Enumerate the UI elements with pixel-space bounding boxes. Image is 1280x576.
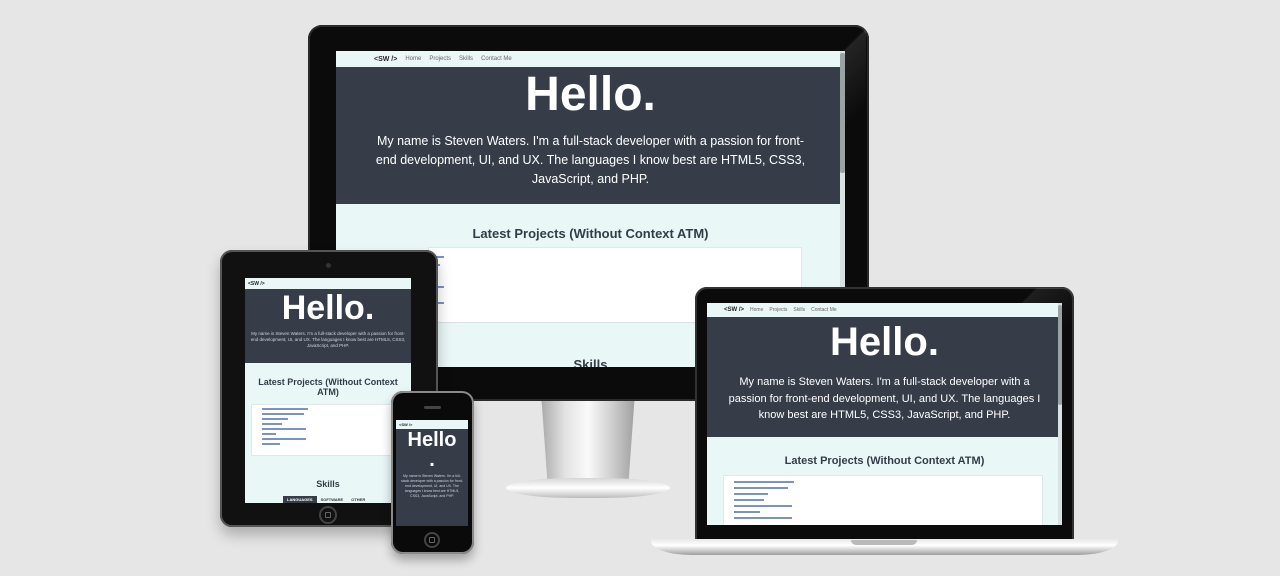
scrollbar-thumb[interactable] <box>1058 305 1062 405</box>
list-item[interactable] <box>734 481 794 483</box>
monitor-stand-base <box>506 478 670 498</box>
list-item[interactable] <box>734 511 760 513</box>
hero-title: Hello. <box>830 320 939 364</box>
list-item[interactable] <box>734 505 792 507</box>
list-item[interactable] <box>262 433 276 435</box>
projects-title: Latest Projects (Without Context ATM) <box>784 455 985 467</box>
laptop-opening-notch <box>851 540 917 545</box>
nav-contact[interactable]: Contact Me <box>481 56 512 62</box>
hero-section: Hello. My name is Steven Waters. I'm a f… <box>336 67 845 204</box>
nav-skills[interactable]: Skills <box>793 307 805 313</box>
hero-title: Hello. <box>525 68 656 121</box>
laptop-screen: <SW /> Home Projects Skills Contact Me H… <box>707 303 1062 525</box>
nav-projects[interactable]: Projects <box>429 56 451 62</box>
hero-intro: My name is Steven Waters. I'm a full-sta… <box>375 134 806 186</box>
hero-title: Hello <box>407 429 457 451</box>
tab-software[interactable]: SOFTWARE <box>317 496 348 503</box>
site-logo[interactable]: <SW /> <box>724 307 744 313</box>
hero-intro: My name is Steven Waters. I'm a full-sta… <box>401 474 463 498</box>
list-item[interactable] <box>262 443 280 445</box>
nav-skills[interactable]: Skills <box>459 56 473 62</box>
projects-title: Latest Projects (Without Context ATM) <box>258 377 398 397</box>
site-nav: <SW /> Home Projects Skills Contact Me <box>336 51 845 67</box>
hero-title: Hello. <box>281 289 375 327</box>
list-item[interactable] <box>262 438 306 440</box>
scrollbar[interactable] <box>1058 303 1062 525</box>
list-item[interactable] <box>262 428 306 430</box>
nav-home[interactable]: Home <box>750 307 763 313</box>
list-item[interactable] <box>734 487 788 489</box>
hero-intro: My name is Steven Waters. I'm a full-sta… <box>728 376 1041 421</box>
hero-title-period: . <box>429 449 435 471</box>
hero-section: Hello. My name is Steven Waters. I'm a f… <box>245 289 411 363</box>
site-logo[interactable]: <SW /> <box>248 281 265 287</box>
home-square-icon <box>325 512 331 518</box>
list-item[interactable] <box>262 418 288 420</box>
site-logo[interactable]: <SW /> <box>374 56 397 63</box>
skills-title: Skills <box>316 479 340 489</box>
site-logo[interactable]: <SW /> <box>399 422 412 427</box>
projects-list <box>723 475 1043 525</box>
site-nav: <SW /> <box>396 420 468 429</box>
phone-screen: <SW /> Hello . My name is Steven Waters.… <box>396 420 468 526</box>
list-item[interactable] <box>734 493 768 495</box>
list-item[interactable] <box>262 408 308 410</box>
site-nav: <SW /> <box>245 278 411 289</box>
nav-home[interactable]: Home <box>405 56 421 62</box>
nav-projects[interactable]: Projects <box>769 307 787 313</box>
skills-tabs: LANGUAGES SOFTWARE OTHER <box>283 496 369 503</box>
nav-contact[interactable]: Contact Me <box>811 307 837 313</box>
tab-other[interactable]: OTHER <box>347 496 369 503</box>
phone-speaker <box>424 406 441 409</box>
hero-section: Hello . My name is Steven Waters. I'm a … <box>396 429 468 526</box>
list-item[interactable] <box>734 499 764 501</box>
list-item[interactable] <box>262 423 282 425</box>
tablet-camera <box>326 263 331 268</box>
list-item[interactable] <box>262 413 304 415</box>
monitor-stand-neck <box>541 401 635 481</box>
list-item[interactable] <box>734 517 792 519</box>
hero-intro: My name is Steven Waters. I'm a full-sta… <box>250 331 406 348</box>
tab-languages[interactable]: LANGUAGES <box>283 496 317 503</box>
hero-section: Hello. My name is Steven Waters. I'm a f… <box>707 317 1062 437</box>
tablet-screen: <SW /> Hello. My name is Steven Waters. … <box>245 278 411 503</box>
projects-title: Latest Projects (Without Context ATM) <box>472 226 709 241</box>
home-square-icon <box>429 537 435 543</box>
site-nav: <SW /> Home Projects Skills Contact Me <box>707 303 1062 317</box>
projects-list <box>251 404 407 456</box>
scrollbar-thumb[interactable] <box>840 53 845 173</box>
